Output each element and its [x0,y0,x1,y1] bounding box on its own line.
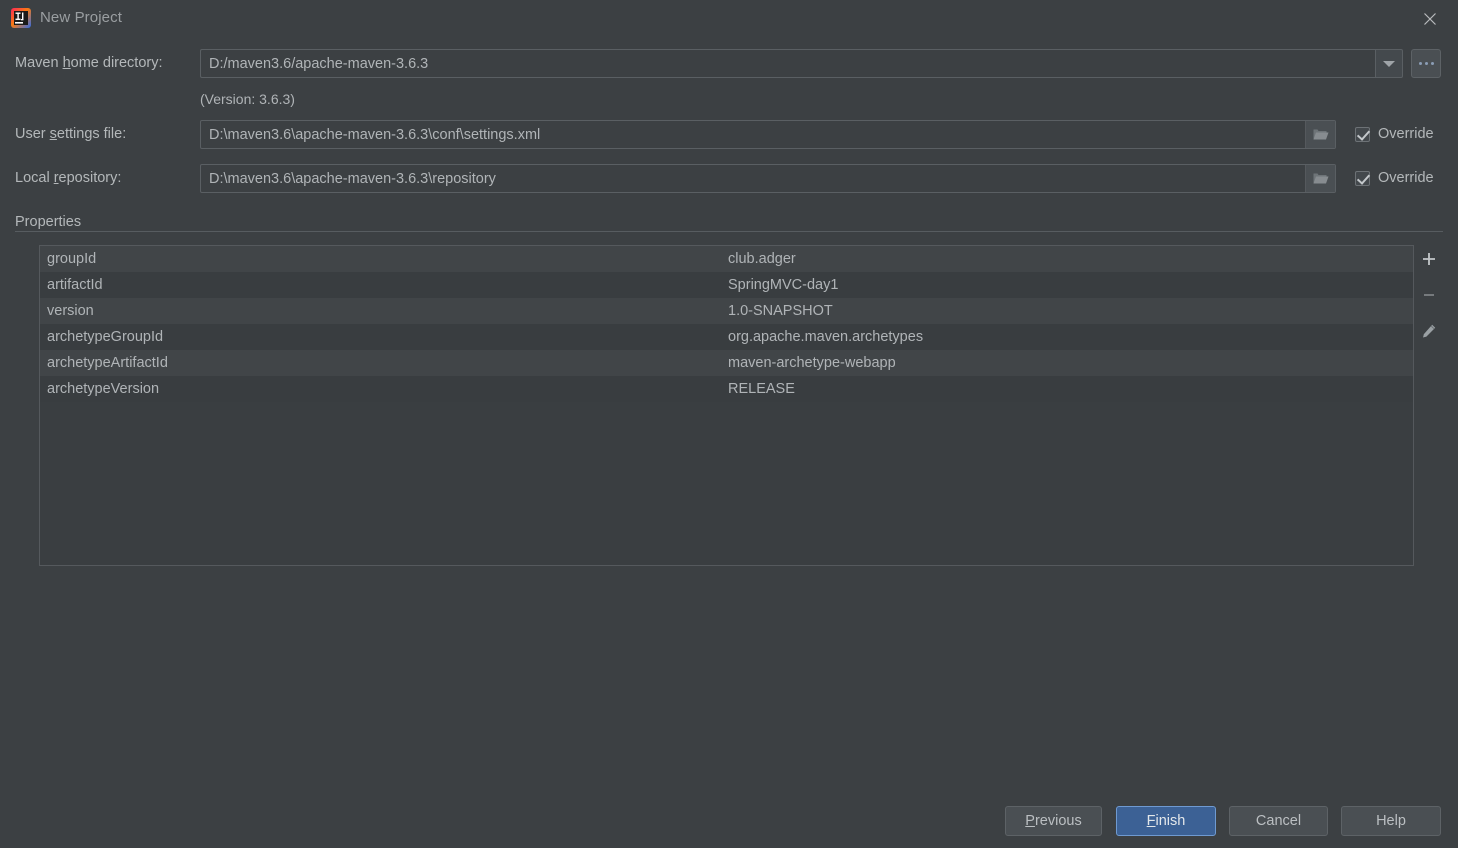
maven-home-label-mnemonic: h [63,55,71,71]
table-row[interactable]: version 1.0-SNAPSHOT [40,298,1413,324]
previous-button-label: Previous [1025,813,1081,829]
title-bar: New Project [0,0,1458,38]
property-value[interactable]: org.apache.maven.archetypes [727,329,1413,345]
maven-home-dropdown-button[interactable] [1375,49,1403,78]
cancel-button[interactable]: Cancel [1229,806,1328,836]
property-key: archetypeVersion [40,381,727,397]
table-row[interactable]: artifactId SpringMVC-day1 [40,272,1413,298]
finish-button-suffix: inish [1156,813,1186,829]
property-key: groupId [40,251,727,267]
folder-open-icon [1313,172,1329,185]
properties-table[interactable]: groupId club.adger artifactId SpringMVC-… [39,245,1414,566]
table-row[interactable]: archetypeArtifactId maven-archetype-weba… [40,350,1413,376]
maven-version-note: (Version: 3.6.3) [200,91,295,107]
finish-button-mnemonic: F [1147,813,1156,829]
edit-property-button[interactable] [1417,320,1441,342]
user-settings-label-suffix: ettings file: [57,126,126,142]
ellipsis-icon [1419,62,1422,65]
property-value[interactable]: maven-archetype-webapp [727,355,1413,371]
table-row[interactable]: archetypeGroupId org.apache.maven.archet… [40,324,1413,350]
pencil-icon [1421,323,1437,339]
property-value[interactable]: RELEASE [727,381,1413,397]
maven-home-input[interactable]: D:/maven3.6/apache-maven-3.6.3 [200,49,1375,78]
previous-button-mnemonic: P [1025,813,1035,829]
chevron-down-icon [1383,61,1395,67]
user-settings-browse-button[interactable] [1305,121,1335,148]
folder-open-icon [1313,128,1329,141]
property-key: archetypeGroupId [40,329,727,345]
finish-button[interactable]: Finish [1116,806,1216,836]
property-value[interactable]: SpringMVC-day1 [727,277,1413,293]
remove-property-button[interactable] [1417,284,1441,306]
previous-button[interactable]: Previous [1005,806,1102,836]
properties-group-label: Properties [15,214,89,230]
user-settings-label-mnemonic: s [50,126,57,142]
property-value[interactable]: 1.0-SNAPSHOT [727,303,1413,319]
maven-home-label-suffix: ome directory: [71,55,163,71]
local-repository-input-wrapper[interactable]: D:\maven3.6\apache-maven-3.6.3\repositor… [200,164,1336,193]
cancel-button-label: Cancel [1256,813,1301,829]
maven-home-label: Maven home directory: [15,55,163,71]
property-key: archetypeArtifactId [40,355,727,371]
table-row[interactable]: groupId club.adger [40,246,1413,272]
local-repository-browse-button[interactable] [1305,165,1335,192]
local-repository-label-prefix: Local [15,170,54,186]
user-settings-override-checkbox[interactable]: Override [1355,126,1434,142]
user-settings-input-wrapper[interactable]: D:\maven3.6\apache-maven-3.6.3\conf\sett… [200,120,1336,149]
user-settings-label: User settings file: [15,126,126,142]
table-row[interactable]: archetypeVersion RELEASE [40,376,1413,402]
minus-icon [1421,287,1437,303]
maven-home-browse-button[interactable] [1411,49,1441,78]
user-settings-label-prefix: User [15,126,50,142]
property-key: version [40,303,727,319]
local-repository-input[interactable]: D:\maven3.6\apache-maven-3.6.3\repositor… [209,171,496,187]
intellij-idea-icon [10,7,32,29]
user-settings-input[interactable]: D:\maven3.6\apache-maven-3.6.3\conf\sett… [209,127,540,143]
local-repository-label: Local repository: [15,170,121,186]
checkbox-checked-icon[interactable] [1355,127,1370,142]
property-value[interactable]: club.adger [727,251,1413,267]
properties-toolbar [1415,248,1443,342]
previous-button-suffix: revious [1035,813,1082,829]
properties-separator [15,231,1443,232]
user-settings-override-label: Override [1378,126,1434,142]
help-button[interactable]: Help [1341,806,1441,836]
local-repository-override-label: Override [1378,170,1434,186]
add-property-button[interactable] [1417,248,1441,270]
maven-home-label-prefix: Maven [15,55,63,71]
checkbox-checked-icon[interactable] [1355,171,1370,186]
local-repository-label-suffix: epository: [59,170,122,186]
plus-icon [1421,251,1437,267]
property-key: artifactId [40,277,727,293]
local-repository-override-checkbox[interactable]: Override [1355,170,1434,186]
window-title: New Project [40,9,122,26]
finish-button-label: Finish [1147,813,1186,829]
help-button-label: Help [1376,813,1406,829]
close-icon[interactable] [1416,6,1444,32]
